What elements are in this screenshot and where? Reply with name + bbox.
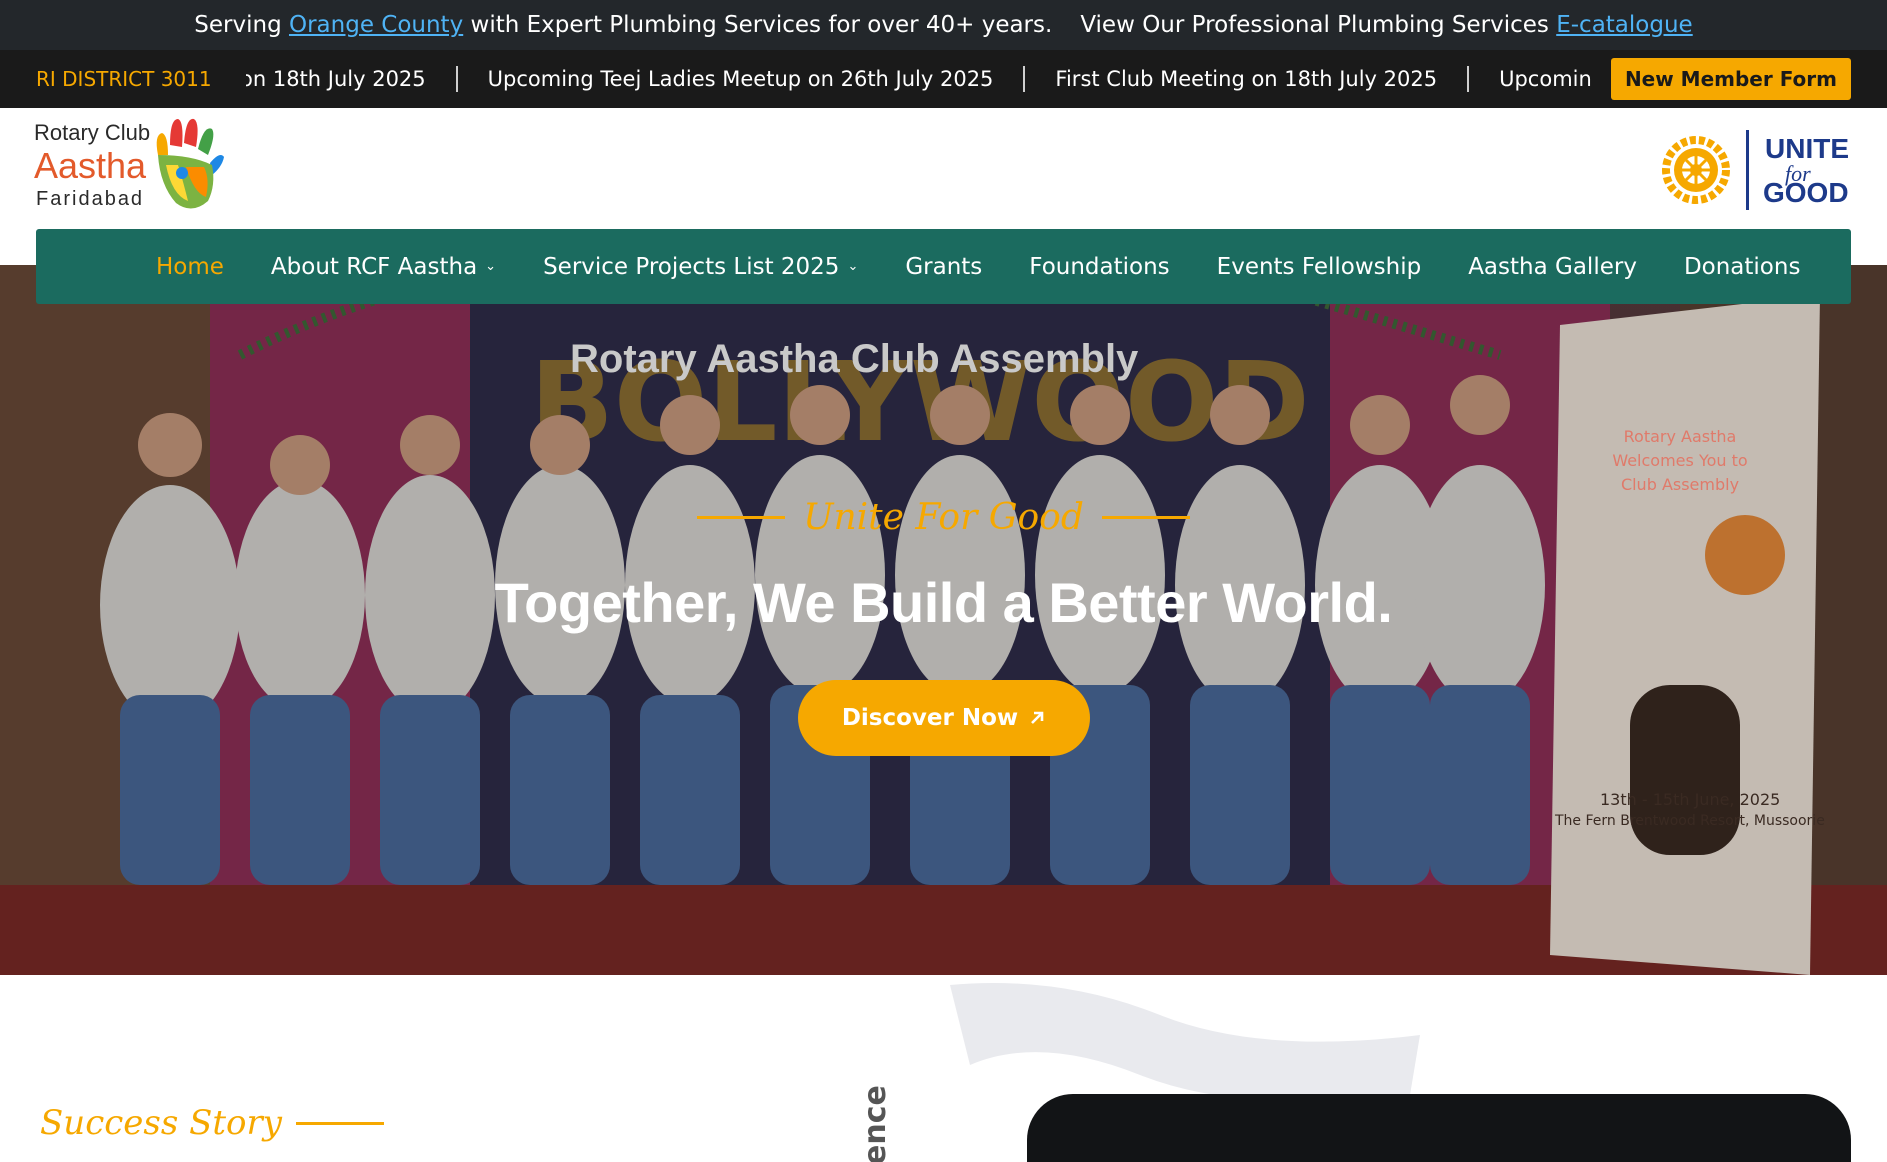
logo-line-1: Rotary Club bbox=[34, 120, 151, 145]
news-ticker-bar: RI DISTRICT 3011 on 18th July 2025 Upcom… bbox=[0, 50, 1887, 108]
standee-venue: The Fern Brentwood Resort, Mussoorie bbox=[1555, 813, 1825, 829]
rotary-unite-logo[interactable]: UNITE for GOOD bbox=[1655, 125, 1855, 215]
rotary-wheel-icon bbox=[1662, 136, 1730, 204]
new-member-form-button[interactable]: New Member Form bbox=[1610, 58, 1851, 100]
vertical-experience-text: ence bbox=[858, 1085, 893, 1162]
hand-logo-icon bbox=[156, 118, 224, 209]
ticker-track: on 18th July 2025 Upcoming Teej Ladies M… bbox=[246, 50, 1591, 108]
chevron-down-icon: ⌄ bbox=[847, 259, 859, 274]
good-text: GOOD bbox=[1763, 177, 1849, 208]
nav-item-donations[interactable]: Donations bbox=[1684, 254, 1801, 280]
standee-text: Rotary Aastha Welcomes You to Club Assem… bbox=[1580, 425, 1780, 497]
promo-view-text: View Our Professional Plumbing Services bbox=[1080, 12, 1549, 38]
nav-item-grants[interactable]: Grants bbox=[905, 254, 982, 280]
nav-item-label: Donations bbox=[1683, 253, 1801, 280]
ticker-items: on 18th July 2025 Upcoming Teej Ladies M… bbox=[246, 66, 1591, 92]
nav-item-home[interactable]: Home bbox=[156, 254, 224, 280]
story-image-card bbox=[1027, 1094, 1851, 1162]
nav-item-label: Grants bbox=[905, 253, 983, 280]
promo-serving: Serving Orange County with Expert Plumbi… bbox=[194, 12, 1052, 38]
main-navigation: Home About RCF Aastha ⌄ Service Projects… bbox=[36, 229, 1851, 304]
standee-line-1: Rotary Aastha bbox=[1623, 427, 1737, 446]
ticker-item[interactable]: Upcoming Teej L bbox=[1469, 67, 1591, 91]
ticker-item[interactable]: First Club Meeting on 18th July 2025 bbox=[1025, 67, 1467, 91]
success-story-line bbox=[295, 1121, 384, 1125]
nav-item-foundations[interactable]: Foundations bbox=[1029, 254, 1169, 280]
district-label: RI DISTRICT 3011 bbox=[36, 67, 212, 91]
discover-now-label: Discover Now bbox=[841, 705, 1019, 731]
location-link[interactable]: Orange County bbox=[289, 12, 463, 38]
tagline-row: Unite For Good bbox=[0, 497, 1887, 538]
nav-item-label: About RCF Aastha bbox=[270, 253, 478, 280]
nav-item-label: Events Fellowship bbox=[1216, 253, 1422, 280]
promo-serving-label: Serving bbox=[194, 12, 282, 38]
tagline-line-left bbox=[697, 516, 786, 519]
success-story-heading: Success Story bbox=[40, 1103, 384, 1143]
logo-divider bbox=[1746, 130, 1749, 210]
nav-item-about[interactable]: About RCF Aastha ⌄ bbox=[271, 254, 496, 280]
nav-item-events[interactable]: Events Fellowship bbox=[1217, 254, 1422, 280]
logo-line-3: Faridabad bbox=[36, 188, 145, 210]
promo-serving-rest: with Expert Plumbing Services for over 4… bbox=[470, 12, 1053, 38]
nav-item-service-projects[interactable]: Service Projects List 2025 ⌄ bbox=[543, 254, 858, 280]
hero-content: Rotary Aastha Club Assembly Rotary Aasth… bbox=[0, 265, 1887, 975]
nav-item-label: Home bbox=[156, 253, 224, 280]
standee-line-2: Welcomes You to bbox=[1612, 451, 1748, 470]
tagline-line-right bbox=[1101, 516, 1190, 519]
standee-line-3: Club Assembly bbox=[1620, 475, 1740, 494]
logo-line-2: Aastha bbox=[34, 145, 147, 186]
nav-item-gallery[interactable]: Aastha Gallery bbox=[1468, 254, 1637, 280]
nav-item-label: Foundations bbox=[1029, 253, 1170, 280]
nav-item-label: Service Projects List 2025 bbox=[543, 253, 840, 280]
promo-catalogue: View Our Professional Plumbing Services … bbox=[1080, 12, 1692, 38]
hero-banner: BOLLYWOOD Rotary Aastha Club Assembly Ro… bbox=[0, 265, 1887, 975]
hero-title: Together, We Build a Better World. bbox=[494, 571, 1393, 634]
standee-dates: 13th - 15th June, 2025 bbox=[1600, 790, 1781, 809]
success-story-section: Success Story ence bbox=[0, 975, 1887, 1162]
arrow-up-right-icon bbox=[1031, 711, 1044, 724]
chevron-down-icon: ⌄ bbox=[485, 259, 497, 274]
nav-item-label: Aastha Gallery bbox=[1468, 253, 1637, 280]
success-story-label: Success Story bbox=[40, 1103, 282, 1143]
ticker-item[interactable]: on 18th July 2025 bbox=[246, 67, 456, 91]
hero-tagline: Unite For Good bbox=[803, 497, 1084, 538]
promo-bar: Serving Orange County with Expert Plumbi… bbox=[0, 0, 1887, 50]
catalogue-link[interactable]: E-catalogue bbox=[1556, 12, 1692, 38]
club-logo[interactable]: Rotary Club Aastha Faridabad bbox=[34, 115, 224, 221]
discover-now-button[interactable]: Discover Now bbox=[798, 680, 1090, 756]
banner-text: Rotary Aastha Club Assembly bbox=[570, 337, 1139, 381]
ticker-item[interactable]: Upcoming Teej Ladies Meetup on 26th July… bbox=[458, 67, 1024, 91]
